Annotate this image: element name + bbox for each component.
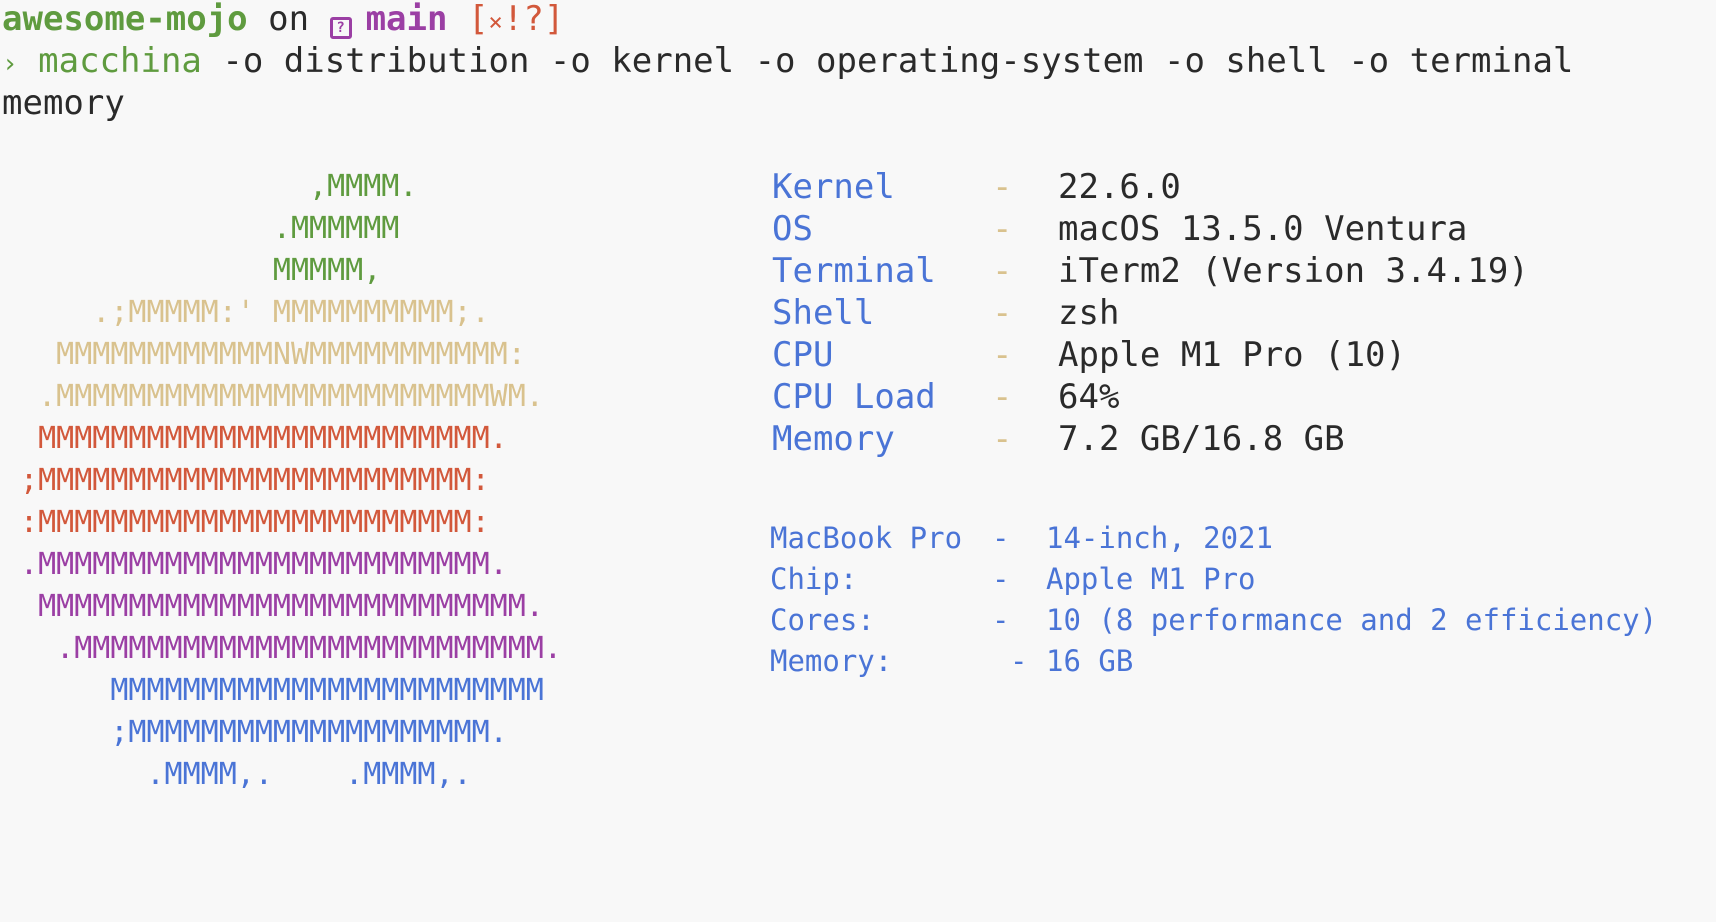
command-line-wrap: memory <box>2 80 125 126</box>
ascii-art-line: MMMMMMMMMMMMMMMMMMMMMMMMM. <box>2 421 508 456</box>
hardware-value: Apple M1 Pro <box>1046 562 1256 596</box>
info-value: 22.6.0 <box>1058 167 1181 207</box>
hardware-sep: - <box>992 603 1010 637</box>
info-value: 64% <box>1058 377 1120 417</box>
hardware-key: Chip: <box>770 562 858 596</box>
command-line[interactable]: › macchina -o distribution -o kernel -o … <box>2 38 1573 87</box>
ascii-art-line: MMMMMMMMMMMMNWMMMMMMMMMMM: <box>2 337 526 372</box>
hardware-value: 16 GB <box>1046 644 1134 678</box>
info-sep: - <box>992 377 1013 417</box>
hardware-value: 14-inch, 2021 <box>1046 521 1273 555</box>
prompt-branch: main <box>365 0 448 39</box>
info-value: iTerm2 (Version 3.4.19) <box>1058 251 1529 291</box>
info-value: macOS 13.5.0 Ventura <box>1058 209 1468 249</box>
info-key: Kernel <box>772 167 895 207</box>
ascii-art-line: ,MMMM. <box>2 169 418 204</box>
info-key: CPU <box>772 335 834 375</box>
ascii-art-line: MMMMMMMMMMMMMMMMMMMMMMMMMMM. <box>2 589 544 624</box>
info-sep: - <box>992 167 1013 207</box>
ascii-art-line: .MMMMMM <box>2 211 400 246</box>
info-key: Shell <box>772 293 875 333</box>
ascii-art-line: ;MMMMMMMMMMMMMMMMMMMMMMMM: <box>2 463 490 498</box>
info-key: CPU Load <box>772 377 936 417</box>
hardware-key: Cores: <box>770 603 875 637</box>
ascii-art-line: .MMMMMMMMMMMMMMMMMMMMMMMMM. <box>2 547 508 582</box>
ascii-art-line: MMMMM, <box>2 253 382 288</box>
ascii-art-line: .MMMMMMMMMMMMMMMMMMMMMMMMMM. <box>2 631 562 666</box>
prompt-git-status: [×!?] <box>467 0 565 39</box>
info-sep: - <box>992 209 1013 249</box>
ascii-art-line: MMMMMMMMMMMMMMMMMMMMMMMM <box>2 673 544 708</box>
hardware-key: MacBook Pro <box>770 521 963 555</box>
prompt-directory: awesome-mojo <box>2 0 248 39</box>
ascii-art-line: .MMMMMMMMMMMMMMMMMMMMMMMMWM. <box>2 379 544 414</box>
command-args: -o distribution -o kernel -o operating-s… <box>201 41 1574 81</box>
ascii-art-line: :MMMMMMMMMMMMMMMMMMMMMMMM: <box>2 505 490 540</box>
hardware-sep: - <box>992 562 1010 596</box>
info-sep: - <box>992 293 1013 333</box>
info-key: OS <box>772 209 813 249</box>
hardware-key: Memory: <box>770 644 893 678</box>
ascii-art-line: .;MMMMM:' MMMMMMMMMM;. <box>2 295 490 330</box>
info-value: 7.2 GB/16.8 GB <box>1058 419 1345 459</box>
info-key: Terminal <box>772 251 936 291</box>
hardware-sep: - <box>1010 644 1028 678</box>
git-branch-question-icon: ? <box>329 17 352 39</box>
info-key: Memory <box>772 419 895 459</box>
prompt-symbol: › <box>2 49 18 79</box>
info-value: Apple M1 Pro (10) <box>1058 335 1406 375</box>
info-value: zsh <box>1058 293 1120 333</box>
hardware-sep: - <box>992 521 1010 555</box>
hardware-value: 10 (8 performance and 2 efficiency) <box>1046 603 1658 637</box>
command-args-wrap: memory <box>2 83 125 123</box>
info-sep: - <box>992 419 1013 459</box>
prompt-on-word: on <box>268 0 310 39</box>
command-name: macchina <box>38 41 202 81</box>
info-sep: - <box>992 251 1013 291</box>
ascii-art-line: .MMMM,. .MMMM,. <box>2 757 472 792</box>
info-sep: - <box>992 335 1013 375</box>
ascii-art-line: ;MMMMMMMMMMMMMMMMMMMM. <box>2 715 508 750</box>
